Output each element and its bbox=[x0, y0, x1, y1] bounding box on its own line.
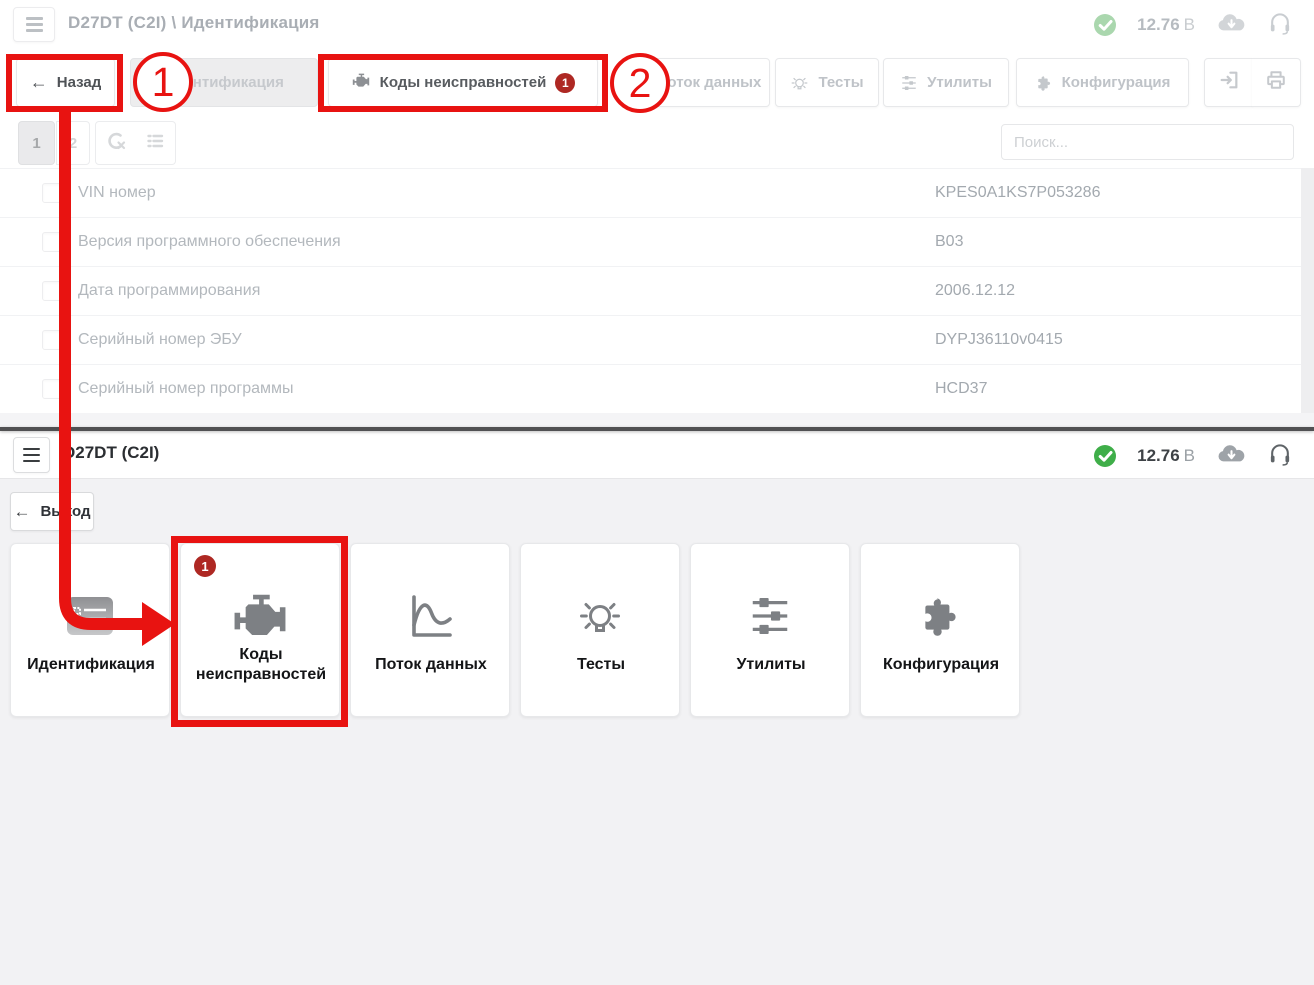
search-input[interactable] bbox=[1001, 124, 1294, 160]
connection-ok-icon bbox=[1094, 14, 1116, 36]
page-2-button[interactable]: 2 bbox=[56, 121, 90, 165]
row-checkbox[interactable] bbox=[42, 281, 62, 301]
menu-button[interactable] bbox=[13, 7, 55, 42]
list-view-button[interactable] bbox=[135, 121, 176, 165]
back-button[interactable]: ← Назад bbox=[16, 58, 115, 107]
export-report-button[interactable] bbox=[1204, 58, 1253, 107]
header-status-area: 12.76В bbox=[1094, 0, 1292, 50]
menu-button[interactable] bbox=[13, 437, 50, 473]
tab-utilities[interactable]: Утилиты bbox=[883, 58, 1009, 107]
cloud-download-icon[interactable] bbox=[1216, 444, 1247, 469]
hamburger-icon bbox=[23, 448, 40, 463]
tile-fault-codes[interactable]: 1 Коды неисправностей bbox=[180, 543, 340, 717]
breadcrumb: D27DT (C2I) \ Идентификация bbox=[68, 13, 320, 33]
data-stream-icon bbox=[351, 590, 509, 642]
back-arrow-icon: ← bbox=[30, 72, 48, 93]
engine-icon bbox=[181, 590, 339, 642]
print-button[interactable] bbox=[1252, 58, 1301, 107]
tile-identification[interactable]: Идентификация bbox=[10, 543, 170, 717]
page-1-button[interactable]: 1 bbox=[18, 121, 55, 165]
tab-identification[interactable]: Идентификация bbox=[130, 58, 318, 107]
tile-tests[interactable]: Тесты bbox=[520, 543, 680, 717]
header-status-area: 12.76В bbox=[1094, 431, 1292, 481]
page-title: D27DT (C2I) bbox=[63, 443, 159, 463]
table-row[interactable]: Версия программного обеспечения B03 bbox=[0, 218, 1314, 267]
row-checkbox[interactable] bbox=[42, 379, 62, 399]
tile-configuration[interactable]: Конфигурация bbox=[860, 543, 1020, 717]
table-row[interactable]: Дата программирования 2006.12.12 bbox=[0, 267, 1314, 316]
list-icon bbox=[143, 129, 167, 157]
screenshot-identification-page: D27DT (C2I) \ Идентификация 12.76В ← Наз… bbox=[0, 0, 1314, 427]
screenshot-main-menu-page: D27DT (C2I) 12.76В ← Выход bbox=[0, 431, 1314, 985]
headset-icon[interactable] bbox=[1268, 11, 1292, 40]
id-card-icon bbox=[11, 590, 169, 642]
tab-data-stream[interactable]: Поток данных bbox=[648, 58, 770, 107]
engine-icon bbox=[351, 73, 371, 92]
table-cutoff bbox=[0, 413, 1314, 427]
puzzle-icon bbox=[1035, 74, 1053, 92]
tile-data-stream[interactable]: Поток данных bbox=[350, 543, 510, 717]
table-row[interactable]: Серийный номер ЭБУ DYPJ36110v0415 bbox=[0, 316, 1314, 365]
battery-voltage: 12.76В bbox=[1137, 446, 1195, 466]
headset-icon[interactable] bbox=[1268, 442, 1292, 471]
clear-icon bbox=[104, 129, 128, 157]
tutorial-page: D27DT (C2I) \ Идентификация 12.76В ← Наз… bbox=[0, 0, 1314, 985]
sliders-icon bbox=[900, 74, 918, 92]
fault-count-badge: 1 bbox=[194, 555, 216, 577]
puzzle-icon bbox=[861, 590, 1019, 642]
sliders-icon bbox=[691, 590, 849, 642]
export-icon bbox=[1218, 69, 1240, 96]
battery-voltage: 12.76В bbox=[1137, 15, 1195, 35]
lamp-icon bbox=[521, 590, 679, 642]
table-row[interactable]: VIN номер KPES0A1KS7P053286 bbox=[0, 169, 1314, 218]
row-checkbox[interactable] bbox=[42, 330, 62, 350]
table-row[interactable]: Серийный номер программы HCD37 bbox=[0, 365, 1314, 414]
tab-configuration[interactable]: Конфигурация bbox=[1016, 58, 1189, 107]
fault-count-badge: 1 bbox=[555, 73, 575, 93]
connection-ok-icon bbox=[1094, 445, 1116, 467]
tile-utilities[interactable]: Утилиты bbox=[690, 543, 850, 717]
scrollbar[interactable] bbox=[1301, 168, 1314, 413]
print-icon bbox=[1265, 69, 1287, 96]
exit-button[interactable]: ← Выход bbox=[10, 492, 94, 531]
app-header: D27DT (C2I) 12.76В bbox=[0, 431, 1314, 479]
identification-table: VIN номер KPES0A1KS7P053286 Версия прогр… bbox=[0, 168, 1314, 414]
app-header: D27DT (C2I) \ Идентификация 12.76В bbox=[0, 0, 1314, 50]
tab-fault-codes[interactable]: Коды неисправностей 1 bbox=[328, 58, 598, 107]
clear-codes-button[interactable] bbox=[95, 121, 136, 165]
lamp-icon bbox=[790, 75, 809, 91]
row-checkbox[interactable] bbox=[42, 183, 62, 203]
back-arrow-icon: ← bbox=[13, 502, 30, 522]
screenshot-divider bbox=[0, 427, 1314, 431]
row-checkbox[interactable] bbox=[42, 232, 62, 252]
hamburger-icon bbox=[26, 17, 43, 32]
tab-tests[interactable]: Тесты bbox=[775, 58, 879, 107]
cloud-download-icon[interactable] bbox=[1216, 13, 1247, 38]
